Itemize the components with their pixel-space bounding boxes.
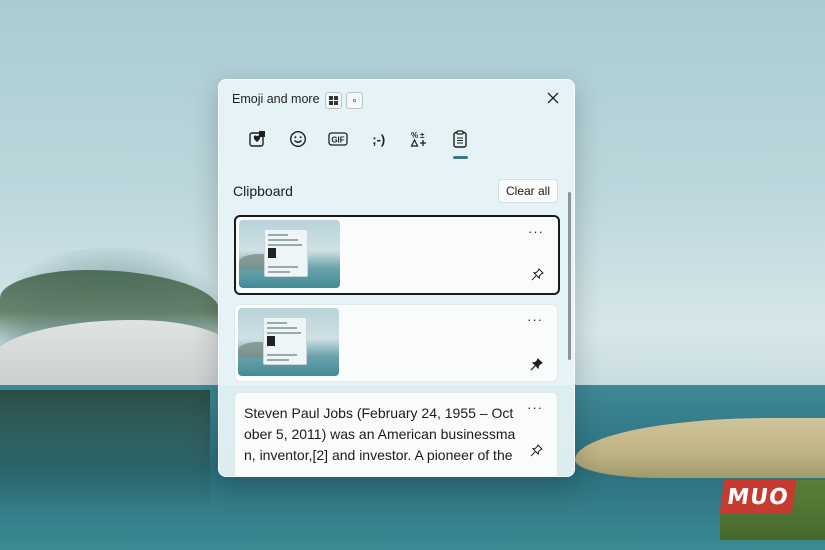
- clipboard-image-thumbnail: [238, 308, 339, 376]
- kaomoji-icon: ;-): [372, 131, 386, 147]
- tab-symbols[interactable]: % ±: [399, 124, 440, 154]
- tab-gif[interactable]: GIF: [318, 124, 359, 154]
- clipboard-icon: [453, 130, 467, 148]
- clipboard-text: Steven Paul Jobs (February 24, 1955 – Oc…: [244, 405, 516, 463]
- layout-toggle-button[interactable]: [325, 92, 342, 109]
- clipboard-item[interactable]: ···: [234, 304, 558, 382]
- tab-emoji[interactable]: [278, 124, 319, 154]
- scrollbar[interactable]: [568, 192, 571, 360]
- more-options-button[interactable]: ···: [525, 399, 545, 415]
- close-button[interactable]: [542, 87, 564, 109]
- svg-text:GIF: GIF: [332, 136, 345, 145]
- tab-clipboard[interactable]: [440, 124, 481, 159]
- unpin-button[interactable]: [527, 355, 545, 373]
- clipboard-item[interactable]: Steven Paul Jobs (February 24, 1955 – Oc…: [234, 392, 558, 476]
- gif-icon: GIF: [328, 132, 348, 146]
- more-options-button[interactable]: ···: [525, 311, 545, 327]
- smiley-icon: [289, 130, 306, 148]
- heart-sticker-icon: [249, 131, 266, 147]
- panel-title: Emoji and more: [232, 92, 320, 106]
- clipboard-image-thumbnail: [239, 220, 340, 288]
- panel-header: Emoji and more ∘: [219, 80, 574, 118]
- clear-all-button[interactable]: Clear all: [498, 179, 558, 203]
- pin-button[interactable]: [527, 441, 545, 459]
- symbols-icon: % ±: [410, 131, 427, 147]
- close-icon: [547, 92, 559, 104]
- keyboard-button[interactable]: ∘: [346, 92, 363, 109]
- clipboard-title: Clipboard: [233, 183, 293, 199]
- pinned-icon: [530, 357, 543, 370]
- svg-text:%: %: [411, 131, 418, 140]
- layout-icon: [329, 96, 338, 105]
- emoji-panel: Emoji and more ∘ GIF ;-) % ± Clipboard C…: [218, 79, 575, 477]
- keyboard-icon: ∘: [351, 95, 358, 105]
- svg-text:±: ±: [420, 131, 425, 140]
- tab-kaomoji[interactable]: ;-): [359, 124, 400, 154]
- wallpaper-reflection: [0, 390, 210, 510]
- pin-icon: [530, 443, 543, 456]
- clipboard-item[interactable]: ···: [234, 215, 560, 295]
- pin-icon: [531, 267, 544, 280]
- tab-favorites[interactable]: [237, 124, 278, 154]
- pin-button[interactable]: [528, 265, 546, 283]
- more-options-button[interactable]: ···: [526, 223, 546, 239]
- watermark-logo: MUO: [719, 480, 797, 514]
- category-tabs: GIF ;-) % ±: [237, 124, 481, 159]
- wallpaper-dune: [0, 320, 230, 390]
